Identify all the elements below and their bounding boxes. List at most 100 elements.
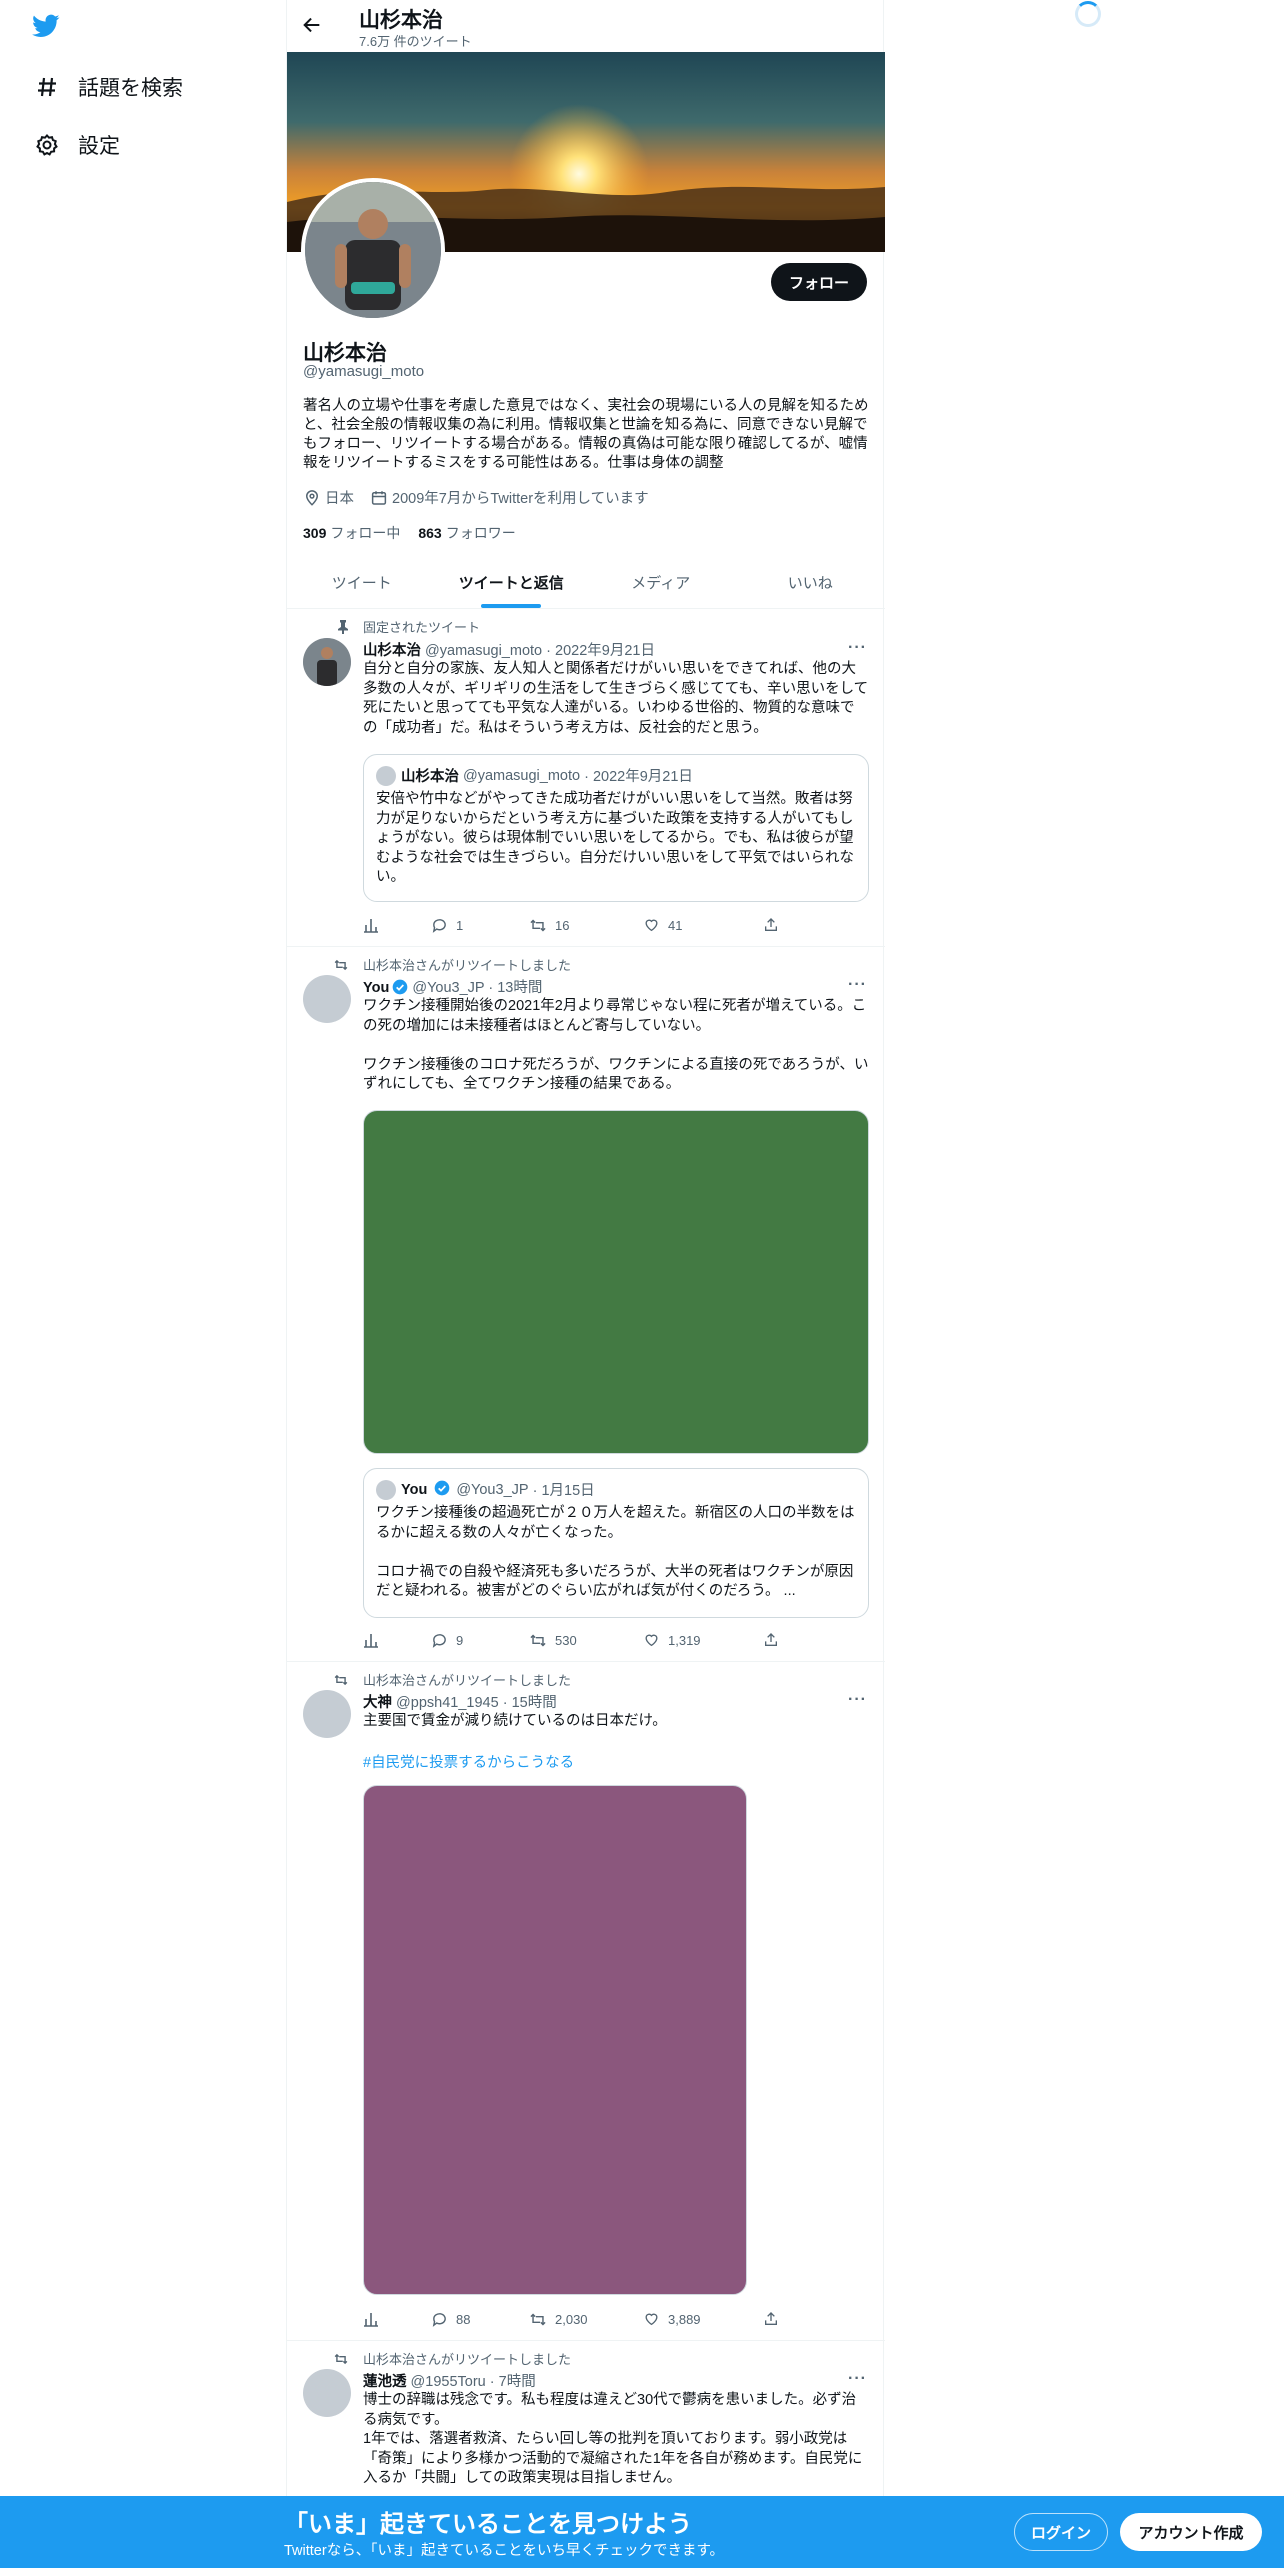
retweet-button[interactable]: 16 xyxy=(529,917,643,934)
reply-button[interactable]: 88 xyxy=(431,2311,529,2328)
signup-banner: 「いま」起きていることを見つけよう Twitterなら、「いま」起きていることを… xyxy=(0,2496,1284,2568)
tweet-text: ワクチン接種開始後の2021年2月より尋常じゃない程に死者が増えている。この死の… xyxy=(363,998,869,1093)
tweet-image[interactable] xyxy=(363,1110,869,1454)
retweet-button[interactable]: 2,030 xyxy=(529,2311,643,2328)
avatar[interactable] xyxy=(303,2369,351,2417)
gear-icon xyxy=(34,132,60,158)
retweet-icon xyxy=(333,2352,349,2366)
more-icon[interactable]: ··· xyxy=(848,976,867,994)
profile-column: 山杉本治 7.6万 件のツイート フォロー 山杉本治 @yamasugi_mot… xyxy=(286,0,885,2568)
quote-author-name: You xyxy=(401,1481,428,1498)
signup-button[interactable]: アカウント作成 xyxy=(1120,2513,1262,2551)
author-handle[interactable]: @1955Toru xyxy=(411,2374,486,2390)
tweet-header: 大神 @ppsh41_1945 · 15時間 xyxy=(363,1691,557,1712)
share-icon xyxy=(765,2312,777,2325)
following-link[interactable]: 309 フォロー中 xyxy=(303,523,400,543)
heart-icon xyxy=(645,919,658,932)
avatar[interactable] xyxy=(303,975,351,1023)
hashtag-link[interactable]: #自民党に投票するからこうなる xyxy=(363,1751,574,1772)
context-label: 山杉本治さんがリツイートしました xyxy=(363,958,572,973)
author-handle[interactable]: @You3_JP xyxy=(412,980,484,996)
reply-icon xyxy=(432,1633,446,1648)
profile-tabs: ツイート ツイートと返信 メディア いいね xyxy=(287,556,885,609)
share-icon xyxy=(765,918,777,931)
share-button[interactable] xyxy=(763,1632,787,1648)
tab-tweets-and-replies[interactable]: ツイートと返信 xyxy=(437,556,587,608)
verified-badge-icon xyxy=(392,979,408,999)
quote-author-name: 山杉本治 xyxy=(401,769,459,785)
profile-header: 山杉本治 7.6万 件のツイート xyxy=(287,0,885,52)
quoted-tweet[interactable]: You @You3_JP · 1月15日 ワクチン接種後の超過死亡が２０万人を超… xyxy=(363,1468,869,1618)
tab-likes[interactable]: いいね xyxy=(736,556,886,608)
tweet-time[interactable]: 15時間 xyxy=(512,1695,557,1711)
tweet-pinned[interactable]: 固定されたツイート 山杉本治 @yamasugi_moto · 2022年9月2… xyxy=(287,609,885,947)
tweet-context: 山杉本治さんがリツイートしました xyxy=(333,1670,571,1689)
like-button[interactable]: 3,889 xyxy=(643,2311,763,2327)
reply-button[interactable]: 9 xyxy=(431,1632,529,1649)
analytics-button[interactable] xyxy=(363,2311,431,2327)
tweet-time[interactable]: 13時間 xyxy=(497,980,542,996)
tweet-time[interactable]: 2022年9月21日 xyxy=(555,643,655,659)
following-label: フォロー中 xyxy=(330,525,401,541)
avatar[interactable] xyxy=(303,1690,351,1738)
tweet-retweet[interactable]: 山杉本治さんがリツイートしました You @You3_JP · 13時間 ···… xyxy=(287,948,885,1662)
share-button[interactable] xyxy=(763,917,787,933)
author-name[interactable]: 大神 xyxy=(363,1695,392,1711)
share-icon xyxy=(765,1633,777,1646)
reply-count: 9 xyxy=(456,1632,464,1648)
following-count: 309 xyxy=(303,525,327,541)
quoted-tweet[interactable]: 山杉本治 @yamasugi_moto · 2022年9月21日 安倍や竹中など… xyxy=(363,754,869,902)
more-icon[interactable]: ··· xyxy=(848,2370,867,2388)
author-name[interactable]: 蓮池透 xyxy=(363,2374,407,2390)
analytics-icon xyxy=(364,919,378,933)
tab-tweets[interactable]: ツイート xyxy=(287,556,437,608)
tweet-image[interactable] xyxy=(363,1785,747,2295)
quote-author-handle: @You3_JP xyxy=(456,1481,529,1498)
more-icon[interactable]: ··· xyxy=(848,639,867,657)
avatar[interactable] xyxy=(303,638,351,686)
quote-author-handle: @yamasugi_moto xyxy=(463,767,581,784)
share-button[interactable] xyxy=(763,2311,787,2327)
tab-media[interactable]: メディア xyxy=(586,556,736,608)
login-button[interactable]: ログイン xyxy=(1014,2513,1108,2551)
nav-settings[interactable]: 設定 xyxy=(34,120,120,170)
author-name[interactable]: You xyxy=(363,980,389,996)
quote-avatar xyxy=(376,765,396,786)
context-label: 山杉本治さんがリツイートしました xyxy=(363,1673,572,1688)
loading-spinner-icon xyxy=(1075,1,1101,27)
tweet-time[interactable]: 7時間 xyxy=(499,2374,536,2390)
retweet-button[interactable]: 530 xyxy=(529,1632,643,1649)
reply-button[interactable]: 1 xyxy=(431,917,529,934)
profile-joined: 2009年7月からTwitterを利用しています xyxy=(370,487,649,508)
followers-link[interactable]: 863 フォロワー xyxy=(418,523,515,543)
tweet-context: 山杉本治さんがリツイートしました xyxy=(333,2349,571,2368)
retweet-icon xyxy=(333,958,349,972)
back-arrow-icon[interactable] xyxy=(301,14,325,38)
signup-banner-title: 「いま」起きていることを見つけよう xyxy=(284,2511,692,2538)
tweet-retweet[interactable]: 山杉本治さんがリツイートしました 大神 @ppsh41_1945 · 15時間 … xyxy=(287,1663,885,2341)
twitter-bird-icon[interactable] xyxy=(30,12,66,44)
analytics-button[interactable] xyxy=(363,1632,431,1648)
like-button[interactable]: 1,319 xyxy=(643,1632,763,1648)
tweet-actions: 88 2,030 3,889 xyxy=(363,2309,793,2329)
heart-icon xyxy=(645,2313,658,2326)
followers-label: フォロワー xyxy=(445,525,516,541)
tweet-actions: 1 16 41 xyxy=(363,915,793,935)
profile-meta: 日本 2009年7月からTwitterを利用しています xyxy=(303,487,665,508)
follow-button[interactable]: フォロー xyxy=(770,263,867,301)
author-name[interactable]: 山杉本治 xyxy=(363,643,421,659)
nav-explore[interactable]: 話題を検索 xyxy=(34,62,183,112)
hashtag-icon xyxy=(34,74,60,100)
profile-avatar[interactable] xyxy=(301,178,445,322)
author-handle[interactable]: @yamasugi_moto xyxy=(425,643,542,659)
verified-badge-icon xyxy=(434,1480,450,1500)
author-handle[interactable]: @ppsh41_1945 xyxy=(396,1695,499,1711)
reply-count: 1 xyxy=(456,917,464,933)
location-pin-icon xyxy=(305,489,319,506)
dot-separator: · xyxy=(488,980,494,996)
like-button[interactable]: 41 xyxy=(643,917,763,933)
tweet-text: 博士の辞職は残念です。私も程度は違えど30代で鬱病を患いました。必ず治る病気です… xyxy=(363,2392,863,2487)
analytics-button[interactable] xyxy=(363,917,431,933)
more-icon[interactable]: ··· xyxy=(848,1691,867,1709)
profile-stats: 309 フォロー中 863 フォロワー xyxy=(303,523,534,543)
